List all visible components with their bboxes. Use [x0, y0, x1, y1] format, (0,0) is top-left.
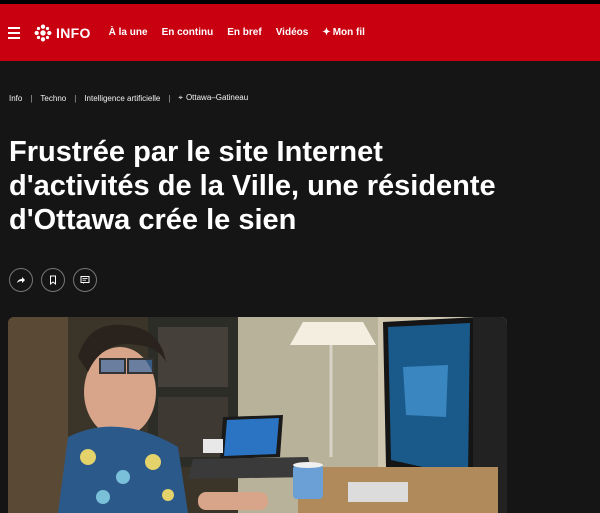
nav-item-a-la-une[interactable]: À la une: [109, 27, 148, 38]
breadcrumb-item-info[interactable]: Info: [9, 94, 22, 103]
main-nav: À la une En continu En bref Vidéos ✦ Mon …: [109, 27, 379, 38]
share-icon: [17, 277, 25, 283]
comment-icon: [80, 276, 90, 284]
sparkle-icon: ✦: [322, 27, 331, 38]
radio-canada-gem-icon: [34, 24, 52, 41]
breadcrumb-item-techno[interactable]: Techno: [40, 94, 66, 103]
site-logo[interactable]: INFO: [34, 24, 91, 42]
nav-item-en-bref[interactable]: En bref: [227, 27, 261, 38]
bookmark-button[interactable]: [41, 268, 65, 292]
nav-item-mon-fil-label: Mon fil: [332, 27, 365, 38]
article-actions: [9, 268, 97, 292]
breadcrumb-location[interactable]: ⌖ Ottawa–Gatineau: [178, 93, 248, 103]
nav-item-videos[interactable]: Vidéos: [276, 27, 309, 38]
location-pin-icon: ⌖: [178, 93, 183, 102]
hero-image: [8, 317, 507, 513]
site-header: INFO À la une En continu En bref Vidéos …: [0, 4, 600, 61]
menu-icon[interactable]: [8, 26, 20, 39]
nav-item-en-continu[interactable]: En continu: [162, 27, 214, 38]
breadcrumb-separator: |: [168, 93, 171, 103]
breadcrumb-location-label: Ottawa–Gatineau: [185, 93, 249, 102]
logo-text: INFO: [56, 24, 91, 41]
breadcrumb-item-ia[interactable]: Intelligence artificielle: [84, 94, 160, 103]
breadcrumb-separator: |: [74, 93, 77, 103]
article-title: Frustrée par le site Internet d'activité…: [9, 136, 496, 237]
breadcrumb: Info | Techno | Intelligence artificiell…: [9, 93, 248, 103]
nav-item-mon-fil[interactable]: ✦ Mon fil: [322, 27, 365, 38]
breadcrumb-separator: |: [30, 93, 33, 103]
hero-photo: [8, 317, 507, 513]
comment-button[interactable]: [73, 268, 97, 292]
bookmark-icon: [50, 275, 56, 285]
share-button[interactable]: [9, 268, 33, 292]
